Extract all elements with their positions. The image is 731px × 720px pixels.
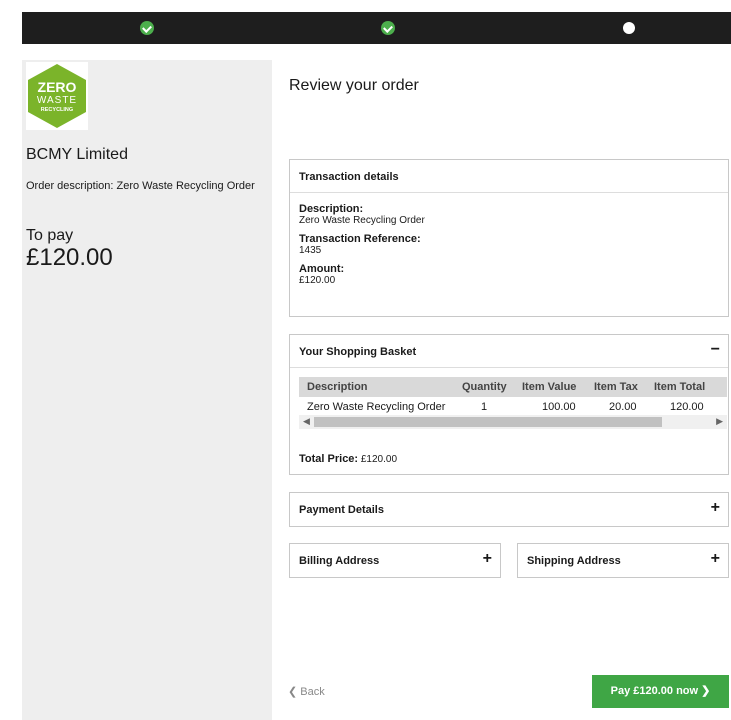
to-pay-amount: £120.00 (26, 244, 113, 271)
expand-plus-icon[interactable]: + (483, 550, 492, 568)
basket-table-header: Description Quantity Item Value Item Tax… (299, 377, 727, 397)
collapse-minus-icon[interactable]: − (711, 341, 720, 359)
svg-text:RECYCLING: RECYCLING (41, 107, 73, 113)
expand-plus-icon[interactable]: + (711, 550, 720, 568)
scroll-right-arrow-icon[interactable]: ▶ (716, 416, 723, 427)
column-item-value: Item Value (522, 381, 577, 393)
order-description: Order description: Zero Waste Recycling … (26, 180, 255, 192)
table-row: Zero Waste Recycling Order 1 100.00 20.0… (299, 397, 727, 415)
shopping-basket-panel: Your Shopping Basket − Description Quant… (289, 334, 729, 475)
payment-details-heading: Payment Details (299, 504, 384, 516)
total-price: Total Price: £120.00 (299, 453, 397, 465)
chevron-left-icon: ❮ (288, 686, 298, 698)
row-description: Zero Waste Recycling Order (307, 401, 446, 413)
payment-details-header[interactable]: Payment Details + (290, 493, 728, 526)
hexagon-logo-icon: ZERO WASTE RECYCLING (28, 64, 86, 128)
horizontal-scrollbar[interactable]: ◀ ▶ (299, 415, 727, 429)
svg-text:ZERO: ZERO (38, 79, 77, 95)
total-price-label: Total Price: (299, 453, 359, 465)
expand-plus-icon[interactable]: + (711, 499, 720, 517)
step-1-check-icon (140, 21, 154, 35)
column-description: Description (307, 381, 368, 393)
description-value: Zero Waste Recycling Order (299, 215, 425, 226)
transaction-details-panel: Transaction details Description: Zero Wa… (289, 159, 729, 317)
billing-address-heading: Billing Address (299, 555, 380, 567)
step-3-current-dot-icon (623, 22, 635, 34)
column-quantity: Quantity (462, 381, 507, 393)
company-name: BCMY Limited (26, 146, 128, 163)
description-label: Description: (299, 203, 364, 215)
shipping-address-header[interactable]: Shipping Address + (518, 544, 728, 577)
shopping-basket-heading: Your Shopping Basket (299, 346, 417, 358)
shipping-address-panel[interactable]: Shipping Address + (517, 543, 729, 578)
pay-button-label: Pay £120.00 now (610, 685, 699, 697)
reference-value: 1435 (299, 245, 322, 256)
back-label: Back (300, 686, 325, 698)
total-price-value: £120.00 (360, 454, 398, 465)
transaction-details-heading: Transaction details (290, 160, 728, 193)
scroll-thumb[interactable] (314, 417, 662, 427)
merchant-sidebar: ZERO WASTE RECYCLING BCMY Limited Order … (22, 60, 272, 720)
scroll-left-arrow-icon[interactable]: ◀ (303, 416, 310, 427)
zero-waste-logo: ZERO WASTE RECYCLING (26, 62, 88, 130)
progress-bar (22, 12, 731, 44)
billing-address-panel[interactable]: Billing Address + (289, 543, 501, 578)
row-quantity: 1 (481, 401, 488, 413)
basket-table: Description Quantity Item Value Item Tax… (299, 377, 727, 429)
amount-label: Amount: (299, 263, 345, 275)
column-item-total: Item Total (654, 381, 706, 393)
page-title: Review your order (289, 77, 419, 94)
amount-value: £120.00 (299, 275, 336, 286)
billing-address-header[interactable]: Billing Address + (290, 544, 500, 577)
back-link[interactable]: ❮ Back (288, 685, 325, 698)
main-content: Review your order Transaction details De… (272, 60, 731, 720)
row-item-value: 100.00 (542, 401, 576, 413)
payment-details-panel[interactable]: Payment Details + (289, 492, 729, 527)
svg-text:WASTE: WASTE (37, 95, 77, 106)
row-item-total: 120.00 (670, 401, 704, 413)
to-pay-label: To pay (26, 227, 74, 244)
row-item-tax: 20.00 (609, 401, 637, 413)
shopping-basket-header[interactable]: Your Shopping Basket − (290, 335, 728, 368)
step-2-check-icon (381, 21, 395, 35)
reference-label: Transaction Reference: (299, 233, 421, 245)
chevron-right-icon: ❯ (701, 685, 711, 697)
shipping-address-heading: Shipping Address (527, 555, 621, 567)
pay-now-button[interactable]: Pay £120.00 now ❯ (592, 675, 729, 708)
column-item-tax: Item Tax (594, 381, 638, 393)
